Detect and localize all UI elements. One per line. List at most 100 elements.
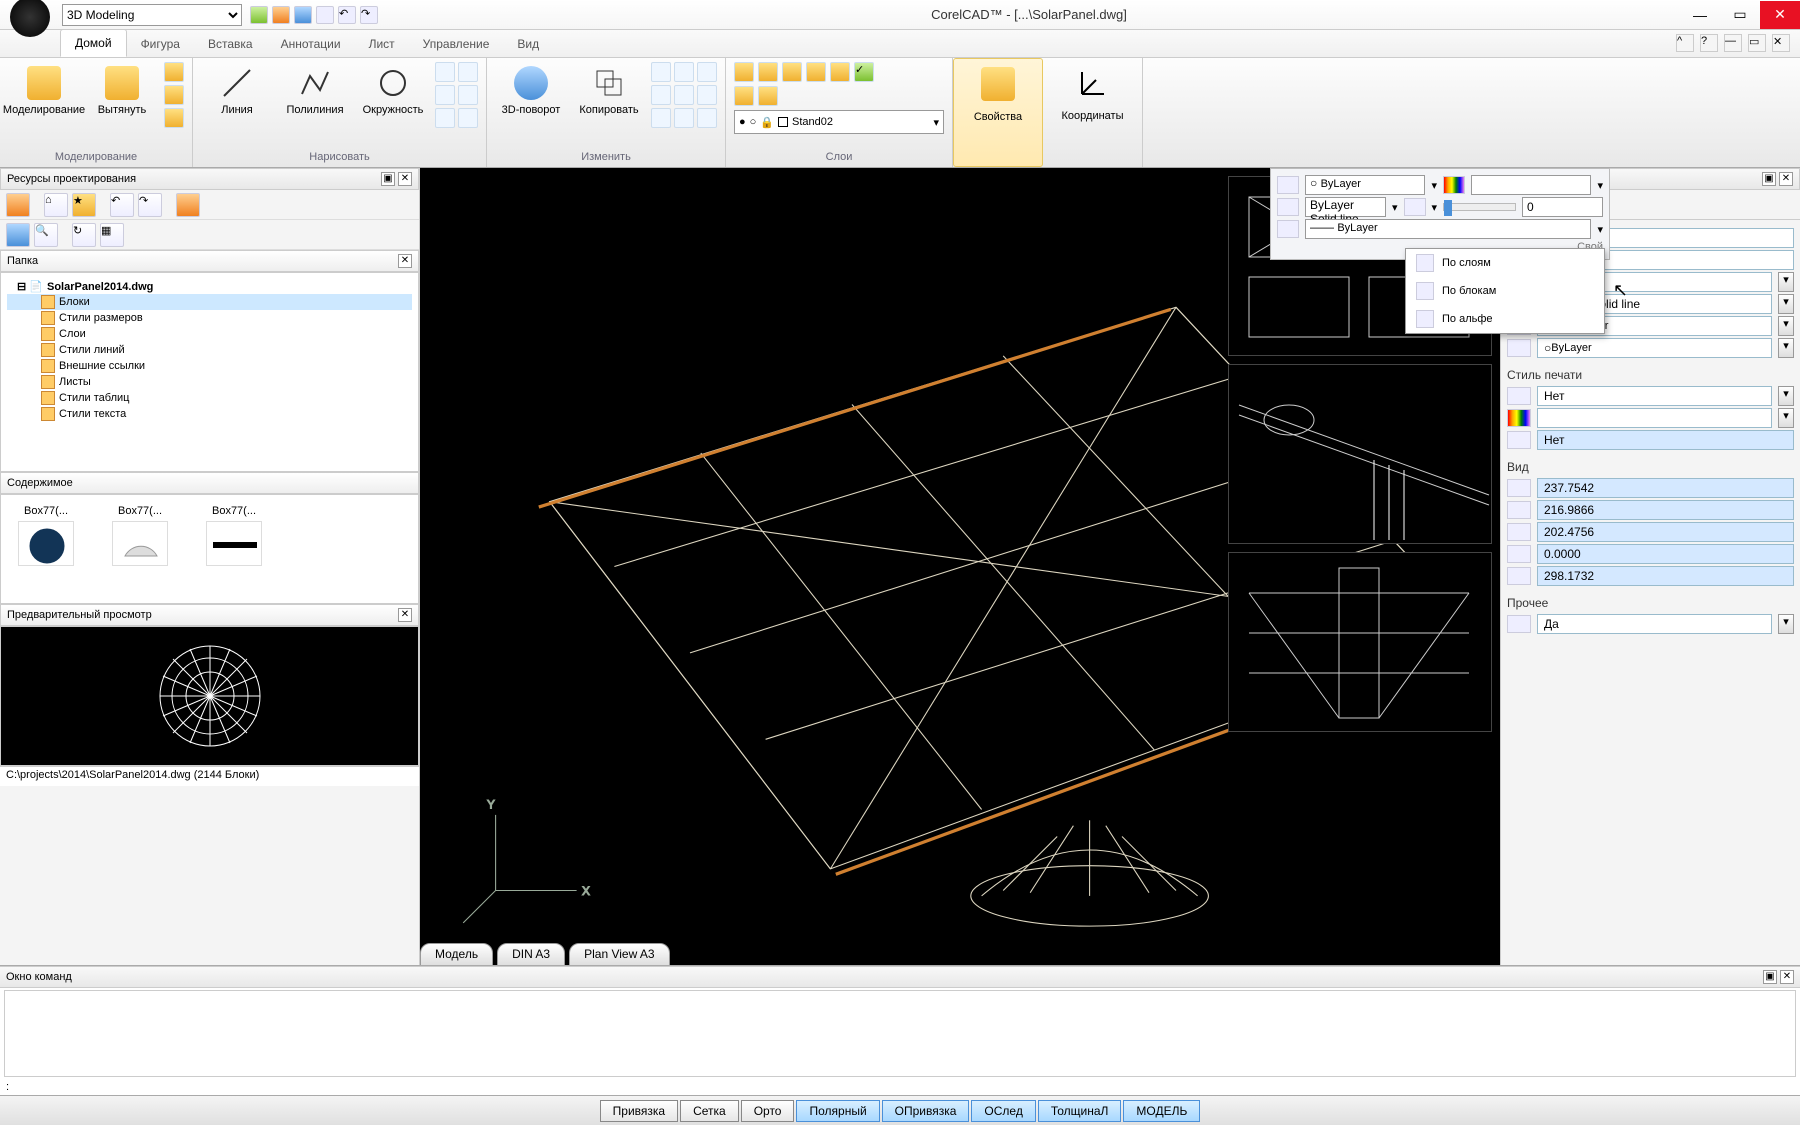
- app-icon[interactable]: [10, 0, 50, 37]
- tab-sheet[interactable]: Лист: [355, 31, 409, 57]
- mdi-minimize-icon[interactable]: —: [1724, 34, 1742, 52]
- minimize-button[interactable]: —: [1680, 1, 1720, 29]
- ortho-button[interactable]: Орто: [741, 1100, 795, 1122]
- tab-annotations[interactable]: Аннотации: [267, 31, 355, 57]
- back-icon[interactable]: ↶: [110, 193, 134, 217]
- chevron-down-icon[interactable]: ▾: [1778, 408, 1794, 428]
- tree-node-layers[interactable]: Слои: [7, 326, 412, 342]
- pin-icon[interactable]: ▣: [381, 172, 395, 186]
- layer-iso-icon[interactable]: [758, 62, 778, 82]
- tree-node-dimstyles[interactable]: Стили размеров: [7, 310, 412, 326]
- camera-y[interactable]: 216.9866: [1537, 500, 1794, 520]
- etrack-button[interactable]: ОСлед: [971, 1100, 1035, 1122]
- view-mode-icon[interactable]: ▦: [100, 223, 124, 247]
- camera-a[interactable]: 0.0000: [1537, 544, 1794, 564]
- circle-button[interactable]: Окружность: [357, 62, 429, 116]
- chevron-down-icon[interactable]: ▾: [1778, 294, 1794, 314]
- other-field[interactable]: Да: [1537, 614, 1772, 634]
- ellipse-icon[interactable]: [435, 85, 455, 105]
- print-icon[interactable]: [316, 6, 334, 24]
- lweight-button[interactable]: ТолщинаЛ: [1038, 1100, 1122, 1122]
- menu-item-by-alpha[interactable]: По альфе: [1406, 305, 1604, 333]
- undo-icon[interactable]: ↶: [338, 6, 356, 24]
- tree-node-xrefs[interactable]: Внешние ссылки: [7, 358, 412, 374]
- save-icon[interactable]: [294, 6, 312, 24]
- lineweight-combo[interactable]: —— ByLayer: [1305, 219, 1591, 239]
- plotstyle-field[interactable]: Нет: [1537, 386, 1772, 406]
- favorite-icon[interactable]: ★: [72, 193, 96, 217]
- color-palette-icon[interactable]: [1443, 176, 1465, 194]
- trim-icon[interactable]: [697, 62, 717, 82]
- explode-icon[interactable]: [697, 108, 717, 128]
- layer-freeze-icon[interactable]: [782, 62, 802, 82]
- chevron-down-icon[interactable]: ▾: [1778, 316, 1794, 336]
- command-body[interactable]: [4, 990, 1796, 1077]
- transparency-icon[interactable]: [1404, 198, 1426, 216]
- array-icon[interactable]: [651, 62, 671, 82]
- tab-home[interactable]: Домой: [60, 29, 127, 57]
- transparency-slider[interactable]: [1443, 203, 1516, 211]
- color-combo[interactable]: ○ ByLayer: [1305, 175, 1425, 195]
- model-tab[interactable]: Модель: [420, 943, 493, 967]
- linestyle-combo[interactable]: ByLayer Solid line: [1305, 197, 1386, 217]
- workspace-select[interactable]: 3D Modeling: [62, 4, 242, 26]
- tree-node-sheets[interactable]: Листы: [7, 374, 412, 390]
- thumb-2[interactable]: Box77(...: [107, 505, 173, 599]
- resource-tree[interactable]: ⊟ 📄 SolarPanel2014.dwg Блоки Стили разме…: [0, 272, 419, 472]
- chevron-down-icon[interactable]: ▾: [1778, 386, 1794, 406]
- help-icon[interactable]: ?: [1700, 34, 1718, 52]
- torus-icon[interactable]: [164, 108, 184, 128]
- tab-figure[interactable]: Фигура: [127, 31, 194, 57]
- close-section-icon[interactable]: ✕: [398, 254, 412, 268]
- rotate3d-button[interactable]: 3D-поворот: [495, 62, 567, 116]
- maximize-button[interactable]: ▭: [1720, 1, 1760, 29]
- colortable-field[interactable]: [1537, 408, 1772, 428]
- refresh-icon[interactable]: [176, 193, 200, 217]
- copy-button[interactable]: Копировать: [573, 62, 645, 116]
- tab-insert[interactable]: Вставка: [194, 31, 267, 57]
- chevron-down-icon[interactable]: ▾: [1778, 338, 1794, 358]
- secondary-combo[interactable]: [1471, 175, 1591, 195]
- layer-lock-icon[interactable]: [806, 62, 826, 82]
- close-panel-icon[interactable]: ✕: [1779, 172, 1793, 186]
- offset-icon[interactable]: [674, 85, 694, 105]
- tree-icon[interactable]: [6, 223, 30, 247]
- tree-node-blocks[interactable]: Блоки: [7, 294, 412, 310]
- close-panel-icon[interactable]: ✕: [1780, 970, 1794, 984]
- polar-button[interactable]: Полярный: [796, 1100, 879, 1122]
- redo-icon[interactable]: ↷: [360, 6, 378, 24]
- box-icon[interactable]: [164, 62, 184, 82]
- extrude-button[interactable]: Вытянуть: [86, 62, 158, 116]
- close-preview-icon[interactable]: ✕: [398, 608, 412, 622]
- forward-icon[interactable]: ↷: [138, 193, 162, 217]
- erase-icon[interactable]: [674, 62, 694, 82]
- transparency-value[interactable]: [1522, 197, 1603, 217]
- menu-item-by-block[interactable]: По блокам: [1406, 277, 1604, 305]
- sync-icon[interactable]: ↻: [72, 223, 96, 247]
- layer-props-icon[interactable]: [734, 62, 754, 82]
- layer-off-icon[interactable]: [830, 62, 850, 82]
- camera-h[interactable]: 298.1732: [1537, 566, 1794, 586]
- close-button[interactable]: ✕: [1760, 1, 1800, 29]
- mdi-restore-icon[interactable]: ▭: [1748, 34, 1766, 52]
- sphere-icon[interactable]: [164, 85, 184, 105]
- lineend-field[interactable]: Нет: [1537, 430, 1794, 450]
- esnap-button[interactable]: ОПривязка: [882, 1100, 970, 1122]
- viewport[interactable]: Y X: [420, 168, 1500, 965]
- panel-properties[interactable]: Свойства: [953, 58, 1043, 167]
- layer-match-icon[interactable]: ✓: [854, 62, 874, 82]
- tree-node-textstyles[interactable]: Стили текста: [7, 406, 412, 422]
- mdi-close-icon[interactable]: ✕: [1772, 34, 1790, 52]
- layout-tab-2[interactable]: Plan View A3: [569, 943, 670, 967]
- hatch-icon[interactable]: [458, 85, 478, 105]
- collapse-icon[interactable]: ^: [1676, 34, 1694, 52]
- layout-tab-1[interactable]: DIN A3: [497, 943, 565, 967]
- point-icon[interactable]: [458, 108, 478, 128]
- search-icon[interactable]: 🔍: [34, 223, 58, 247]
- layer-states-icon[interactable]: [734, 86, 754, 106]
- thumb-3[interactable]: Box77(...: [201, 505, 267, 599]
- chevron-down-icon[interactable]: ▾: [1778, 272, 1794, 292]
- pin-icon[interactable]: ▣: [1763, 970, 1777, 984]
- model-button[interactable]: МОДЕЛЬ: [1123, 1100, 1200, 1122]
- panel-coords[interactable]: Координаты: [1043, 58, 1143, 167]
